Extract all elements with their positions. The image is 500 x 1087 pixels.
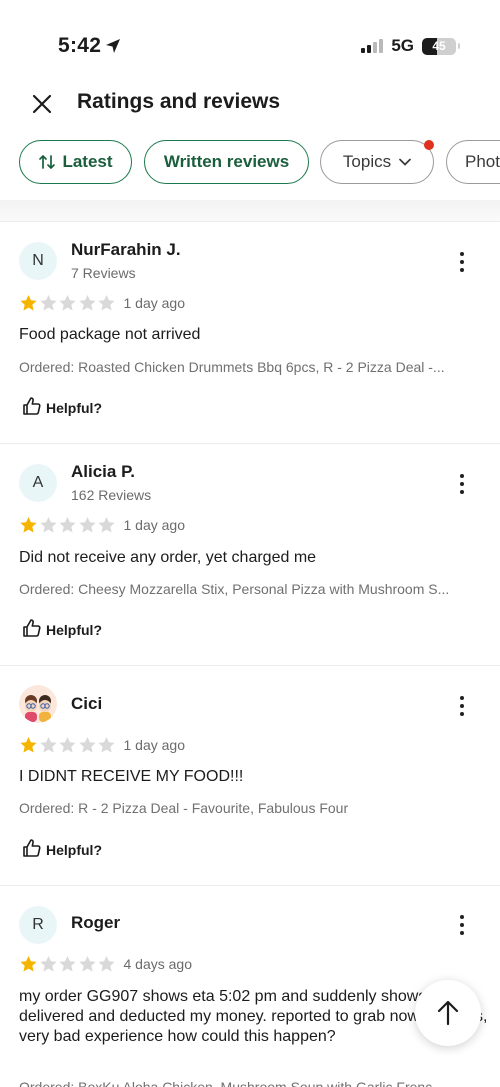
close-button[interactable] (28, 90, 56, 118)
header-divider (0, 200, 500, 222)
rating-row: 1 day ago (19, 736, 185, 754)
ordered-items: Ordered: R - 2 Pizza Deal - Favourite, F… (19, 800, 349, 816)
star-empty-icon (98, 956, 115, 972)
review-card: Cici 1 day ago I DIDNT RECEIVE MY FOOD!!… (0, 666, 500, 886)
review-text: Food package not arrived (19, 326, 201, 343)
status-time: 5:42 (58, 34, 121, 60)
ordered-items: Ordered: BoxKu Aloha Chicken, Mushroom S… (19, 1079, 444, 1087)
review-date: 1 day ago (123, 737, 186, 753)
star-empty-icon (78, 956, 96, 972)
filter-topics-chip[interactable]: Topics (320, 140, 434, 184)
star-empty-icon (39, 517, 57, 533)
helpful-button[interactable]: Helpful? (22, 396, 102, 419)
battery-tip (458, 43, 460, 49)
star-empty-icon (98, 295, 115, 311)
helpful-label: Helpful? (46, 399, 102, 416)
star-empty-icon (78, 737, 96, 753)
helpful-label: Helpful? (46, 621, 102, 638)
star-empty-icon (98, 517, 115, 533)
reviewer-name: Alicia P. (71, 462, 135, 481)
battery-level: 45 (432, 39, 446, 53)
review-date: 1 day ago (123, 295, 186, 311)
review-card: R Roger 4 days ago my order GG907 shows … (0, 886, 500, 1087)
thumbs-up-icon (22, 618, 42, 641)
more-options-button[interactable] (452, 250, 472, 274)
filter-photos-label: Photos (465, 152, 500, 171)
review-count: 162 Reviews (71, 487, 152, 503)
thumbs-up-icon (22, 838, 42, 861)
avatar (19, 685, 57, 723)
clock-text: 5:42 (58, 34, 102, 57)
star-empty-icon (59, 295, 76, 311)
rating-row: 4 days ago (19, 955, 192, 973)
arrow-up-icon (437, 1000, 459, 1026)
helpful-button[interactable]: Helpful? (22, 838, 102, 861)
avatar: R (19, 906, 57, 944)
close-icon (32, 94, 52, 114)
review-date: 1 day ago (123, 517, 186, 533)
rating-row: 1 day ago (19, 516, 185, 534)
star-filled-icon (20, 295, 37, 311)
cellular-signal-icon (361, 39, 384, 53)
status-indicators: 5G 45 (361, 36, 460, 56)
review-count: 7 Reviews (71, 265, 136, 281)
status-bar: 5:42 5G 45 (0, 0, 500, 80)
star-rating (19, 736, 117, 754)
ordered-items: Ordered: Roasted Chicken Drummets Bbq 6p… (19, 359, 445, 375)
more-options-button[interactable] (452, 694, 472, 718)
star-empty-icon (39, 737, 57, 753)
star-empty-icon (78, 517, 96, 533)
avatar: N (19, 242, 57, 280)
star-filled-icon (20, 517, 37, 533)
page-title: Ratings and reviews (77, 90, 281, 113)
star-rating (19, 516, 117, 534)
page-header: Ratings and reviews (0, 80, 500, 124)
location-arrow-icon (105, 36, 121, 60)
filter-written-reviews-chip[interactable]: Written reviews (144, 140, 309, 184)
star-empty-icon (59, 956, 76, 972)
network-type: 5G (391, 36, 414, 55)
filter-photos-chip[interactable]: Photos (446, 140, 500, 184)
more-options-button[interactable] (452, 472, 472, 496)
avatar: A (19, 464, 57, 502)
star-filled-icon (20, 956, 37, 972)
review-date: 4 days ago (123, 956, 193, 972)
helpful-label: Helpful? (46, 841, 102, 858)
star-empty-icon (59, 517, 76, 533)
reviewer-name: Cici (71, 694, 103, 713)
more-options-button[interactable] (452, 913, 472, 937)
scroll-to-top-button[interactable] (415, 980, 481, 1046)
filter-latest-label: Latest (62, 152, 113, 171)
star-empty-icon (39, 956, 57, 972)
star-rating (19, 955, 117, 973)
review-card: N NurFarahin J. 7 Reviews 1 day ago Food… (0, 222, 500, 444)
review-card: A Alicia P. 162 Reviews 1 day ago Did no… (0, 444, 500, 666)
filter-latest-chip[interactable]: Latest (19, 140, 132, 184)
filter-written-reviews-label: Written reviews (163, 152, 290, 171)
review-text: Did not receive any order, yet charged m… (19, 549, 317, 566)
rating-row: 1 day ago (19, 294, 185, 312)
chevron-down-icon (399, 158, 411, 166)
star-filled-icon (20, 737, 37, 753)
sort-icon (38, 153, 56, 171)
reviewer-name: NurFarahin J. (71, 240, 181, 259)
cartoon-avatar-icon (19, 685, 57, 723)
thumbs-up-icon (22, 396, 42, 419)
reviewer-name: Roger (71, 913, 121, 932)
topics-notification-dot (424, 140, 434, 150)
star-empty-icon (59, 737, 76, 753)
star-empty-icon (78, 295, 96, 311)
ordered-items: Ordered: Cheesy Mozzarella Stix, Persona… (19, 581, 450, 597)
star-rating (19, 294, 117, 312)
star-empty-icon (98, 737, 115, 753)
review-text: I DIDNT RECEIVE MY FOOD!!! (19, 768, 244, 785)
star-empty-icon (39, 295, 57, 311)
battery-icon: 45 (422, 37, 456, 55)
filter-topics-label: Topics (342, 152, 392, 171)
helpful-button[interactable]: Helpful? (22, 618, 102, 641)
